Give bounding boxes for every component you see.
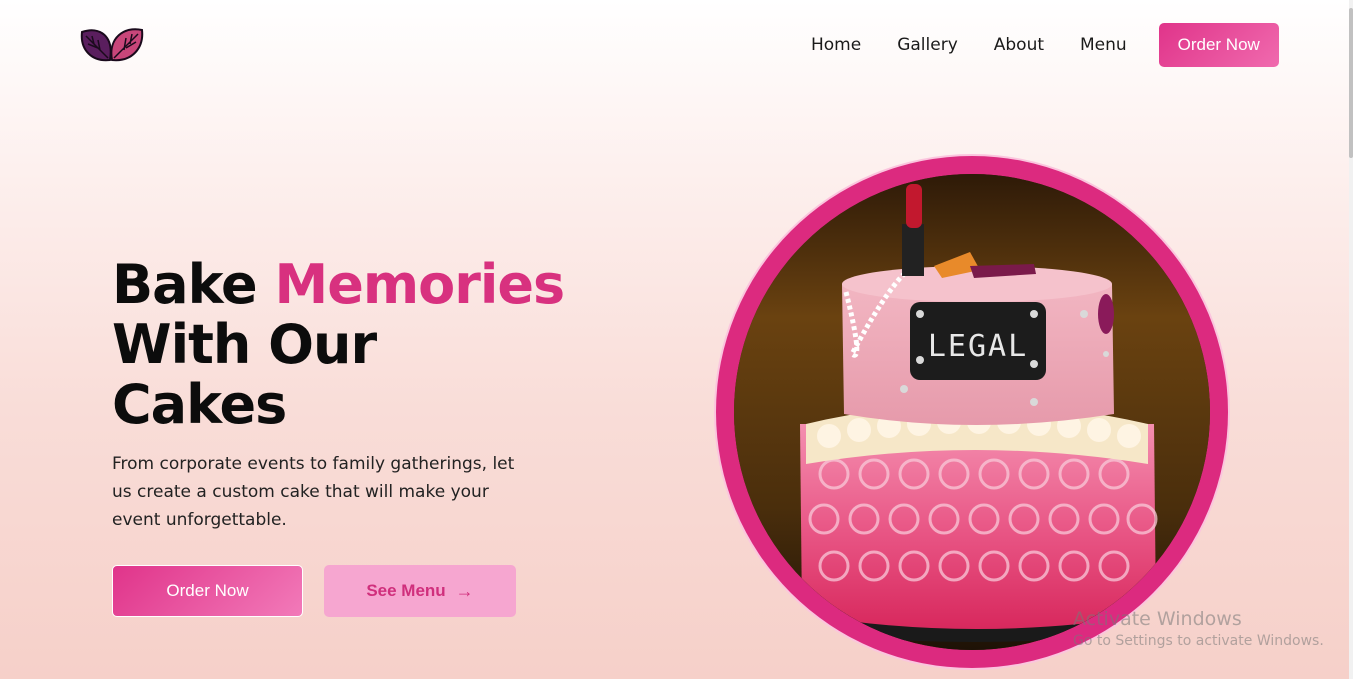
scrollbar[interactable] bbox=[1349, 0, 1353, 679]
hero-title-line3: Cakes bbox=[112, 373, 287, 436]
watermark-title: Activate Windows bbox=[1073, 608, 1242, 630]
hero-title-word: Bake bbox=[112, 253, 258, 316]
hero-description: From corporate events to family gatherin… bbox=[112, 454, 515, 530]
see-menu-label: See Menu bbox=[366, 581, 446, 600]
hero-order-now-button[interactable]: Order Now bbox=[112, 565, 303, 617]
scrollbar-thumb[interactable] bbox=[1349, 8, 1353, 158]
hero-title-line2: With Our bbox=[112, 313, 377, 376]
arrow-right-icon: → bbox=[455, 580, 474, 601]
cake-image: LEGAL bbox=[734, 174, 1210, 650]
watermark-subtitle: Go to Settings to activate Windows. bbox=[1073, 633, 1324, 649]
nav-gallery[interactable]: Gallery bbox=[897, 23, 958, 67]
nav-order-now-button[interactable]: Order Now bbox=[1158, 23, 1279, 67]
hero-title-accent: Memories bbox=[274, 253, 566, 316]
nav-home[interactable]: Home bbox=[811, 23, 861, 67]
main-nav: Home Gallery About Menu Order Now bbox=[795, 23, 1279, 67]
see-menu-button[interactable]: See Menu → bbox=[324, 565, 516, 617]
hero-title: Bake Memories With Our Cakes bbox=[112, 255, 582, 435]
cake-sign-text: LEGAL bbox=[928, 329, 1028, 364]
leaves-logo-icon[interactable] bbox=[80, 26, 144, 64]
nav-menu[interactable]: Menu bbox=[1080, 23, 1127, 67]
nav-about[interactable]: About bbox=[994, 23, 1044, 67]
